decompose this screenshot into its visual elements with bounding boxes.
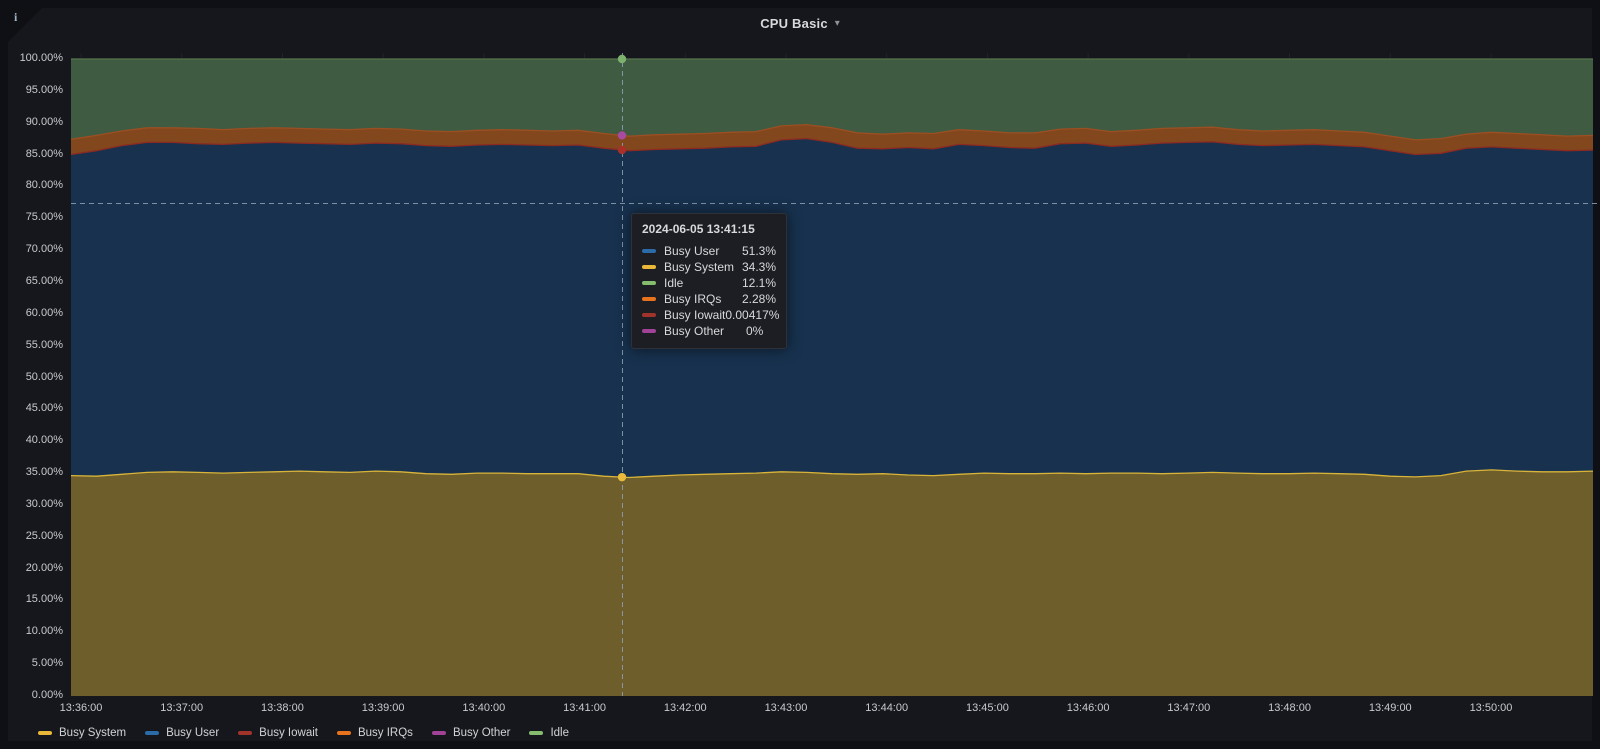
- panel-title-menu[interactable]: CPU Basic ▾: [760, 16, 840, 31]
- legend-item-busy-user[interactable]: Busy User: [145, 727, 219, 739]
- chart-legend: Busy System Busy User Busy Iowait Busy IRQs…: [38, 727, 569, 739]
- y-tick-label: 95.00%: [25, 83, 63, 96]
- y-tick-label: 90.00%: [25, 115, 63, 128]
- y-tick-label: 60.00%: [25, 306, 63, 319]
- chart-svg[interactable]: [71, 53, 1593, 696]
- x-tick-label: 13:43:00: [764, 702, 808, 714]
- tooltip-series-label: Busy Other: [664, 324, 725, 338]
- y-tick-label: 85.00%: [25, 147, 63, 160]
- y-tick-label: 40.00%: [25, 434, 63, 447]
- legend-color-swatch: [145, 731, 160, 735]
- tooltip-rows: Busy User 51.3% Busy System 34.3% Idle 12.1% B…: [642, 243, 780, 339]
- tooltip-series-value: 12.1%: [741, 276, 776, 290]
- legend-color-swatch: [431, 731, 446, 735]
- y-tick-label: 70.00%: [25, 243, 63, 256]
- y-tick-label: 80.00%: [25, 179, 63, 192]
- tooltip-series-label: Busy Iowait: [664, 308, 726, 322]
- tooltip-series-value: 0.00417%: [725, 308, 780, 322]
- x-tick-label: 13:41:00: [563, 702, 606, 714]
- tooltip-timestamp: 2024-06-05 13:41:15: [642, 222, 755, 236]
- legend-label: Busy Other: [452, 727, 511, 739]
- panel-header: CPU Basic ▾: [8, 8, 1592, 38]
- x-tick-label: 13:38:00: [261, 702, 304, 714]
- cpu-basic-panel: i CPU Basic ▾ 100.00% 95.00% 90.00% 85.00% 8…: [8, 8, 1598, 741]
- x-tick-label: 13:44:00: [865, 702, 909, 714]
- y-tick-label: 100.00%: [19, 52, 63, 64]
- legend-color-swatch: [238, 731, 253, 735]
- tooltip-series-value: 51.3%: [741, 244, 776, 258]
- legend-item-idle[interactable]: Idle: [529, 727, 569, 739]
- legend-label: Busy IRQs: [357, 727, 413, 739]
- y-tick-label: 75.00%: [25, 211, 63, 224]
- x-tick-label: 13:50:00: [1469, 702, 1513, 714]
- y-tick-label: 50.00%: [25, 370, 63, 383]
- legend-color-swatch: [529, 731, 544, 735]
- x-tick-label: 13:36:00: [59, 702, 103, 714]
- x-tick-label: 13:46:00: [1066, 702, 1110, 714]
- legend-item-busy-other[interactable]: Busy Other: [431, 727, 511, 739]
- grafana-dashboard: i CPU Basic ▾ 100.00% 95.00% 90.00% 85.00% 8…: [0, 0, 1600, 749]
- tooltip-series-label: Idle: [664, 276, 684, 290]
- legend-item-busy-irqs[interactable]: Busy IRQs: [336, 727, 413, 739]
- x-tick-label: 13:48:00: [1268, 702, 1311, 714]
- tooltip-series-value: 34.3%: [741, 260, 776, 274]
- x-tick-label: 13:40:00: [462, 702, 506, 714]
- tooltip-series-label: Busy System: [664, 260, 735, 274]
- x-tick-label: 13:42:00: [663, 702, 707, 714]
- crosshair-horizontal: [71, 203, 1598, 204]
- tooltip-series-label: Busy IRQs: [664, 292, 722, 306]
- tooltip-series-value: 2.28%: [741, 292, 776, 306]
- tooltip-series-label: Busy User: [664, 244, 720, 258]
- chart-tooltip: 2024-06-05 13:41:15 Busy User 51.3% Busy S…: [631, 213, 787, 349]
- tooltip-row: Busy IRQs 2.28%: [642, 291, 776, 307]
- tooltip-row: Busy User 51.3%: [642, 243, 776, 259]
- series-color-swatch: [642, 281, 656, 285]
- tooltip-row: Busy System 34.3%: [642, 259, 776, 275]
- legend-item-busy-system[interactable]: Busy System: [38, 727, 126, 739]
- y-tick-label: 30.00%: [25, 497, 63, 510]
- series-color-swatch: [642, 265, 656, 269]
- panel-title: CPU Basic: [760, 15, 828, 31]
- y-tick-label: 55.00%: [25, 338, 63, 351]
- y-tick-label: 20.00%: [25, 561, 63, 574]
- x-tick-label: 13:39:00: [361, 702, 405, 714]
- x-tick-label: 13:45:00: [966, 702, 1009, 714]
- y-tick-label: 0.00%: [31, 689, 63, 701]
- legend-label: Idle: [550, 727, 570, 739]
- tooltip-row: Busy Other 0%: [642, 323, 776, 339]
- y-tick-label: 5.00%: [31, 657, 63, 670]
- legend-color-swatch: [38, 731, 52, 735]
- series-color-swatch: [642, 313, 656, 317]
- y-tick-label: 15.00%: [25, 593, 63, 606]
- y-tick-label: 10.00%: [25, 625, 63, 638]
- tooltip-row: Busy Iowait 0.00417%: [642, 307, 780, 323]
- legend-label: Busy User: [166, 727, 220, 739]
- series-color-swatch: [642, 249, 656, 253]
- series-color-swatch: [642, 329, 656, 333]
- area-band: [71, 138, 1593, 478]
- y-tick-label: 25.00%: [25, 529, 63, 542]
- y-tick-label: 35.00%: [25, 466, 63, 479]
- chevron-down-icon: ▾: [834, 18, 840, 29]
- legend-label: Busy Iowait: [259, 727, 318, 739]
- crosshair-vertical: [622, 53, 623, 696]
- legend-color-swatch: [336, 731, 351, 735]
- legend-item-busy-iowait[interactable]: Busy Iowait: [238, 727, 318, 739]
- x-tick-label: 13:37:00: [160, 702, 204, 714]
- series-color-swatch: [642, 297, 656, 301]
- tooltip-series-value: 0%: [746, 324, 764, 338]
- y-tick-label: 65.00%: [25, 274, 63, 287]
- legend-label: Busy System: [59, 727, 127, 739]
- y-tick-label: 45.00%: [25, 402, 63, 415]
- x-tick-label: 13:47:00: [1167, 702, 1211, 714]
- tooltip-row: Idle 12.1%: [642, 275, 776, 291]
- x-tick-label: 13:49:00: [1368, 702, 1412, 714]
- area-band: [71, 469, 1593, 696]
